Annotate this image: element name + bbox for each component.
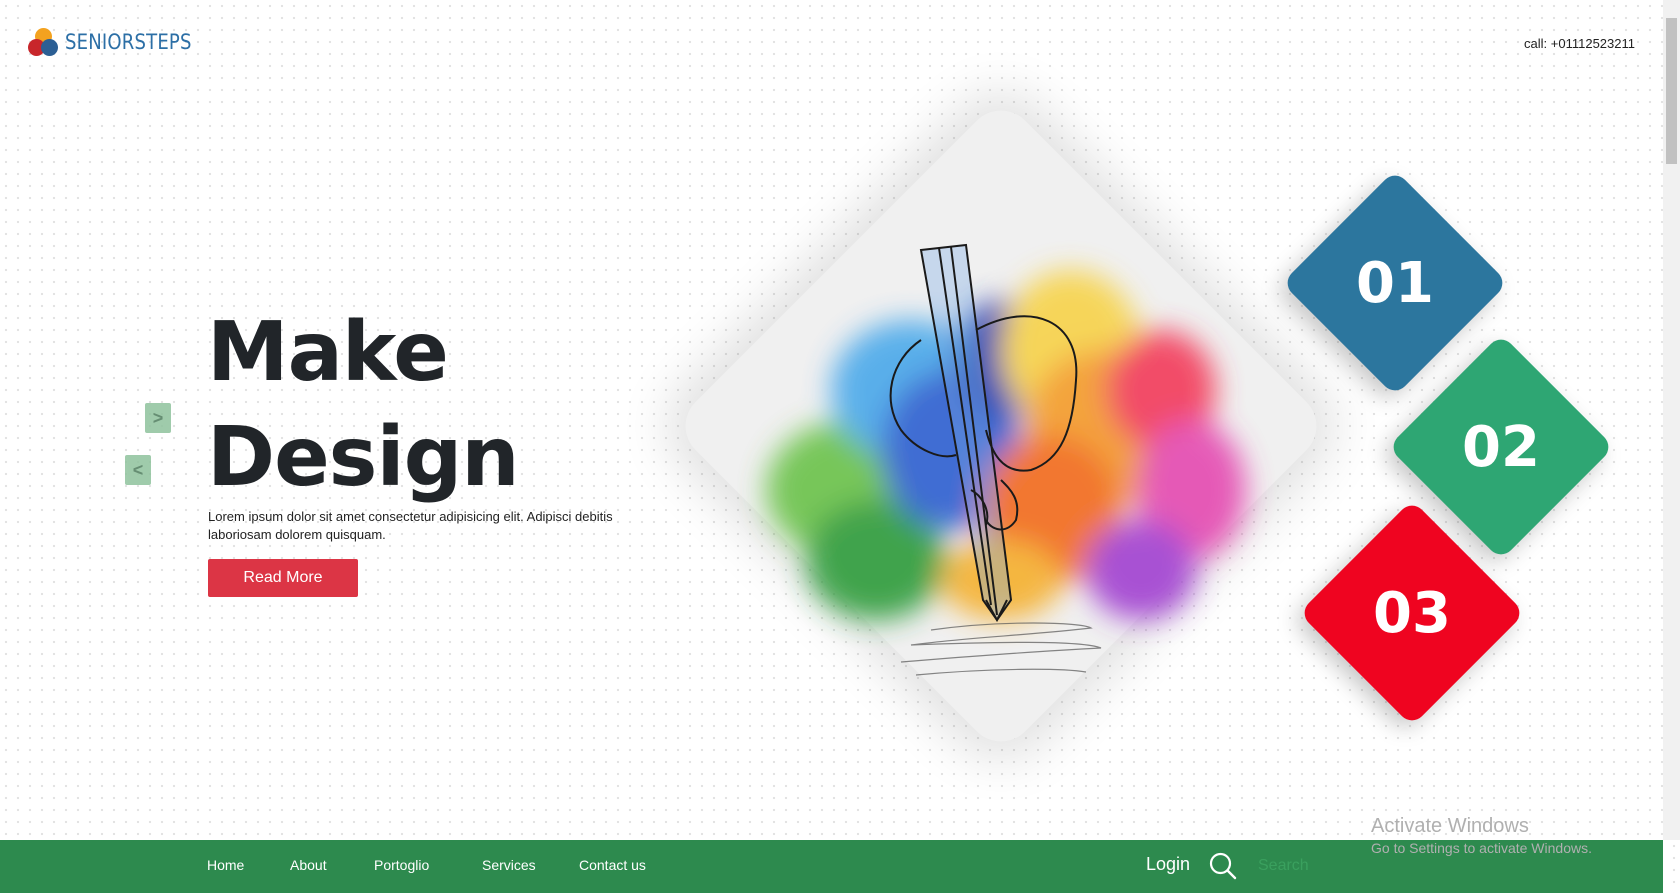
watermark-title: Activate Windows (1371, 815, 1529, 837)
feature-number-01: 01 (1356, 250, 1434, 316)
hero-title-line2: Design (207, 410, 520, 505)
windows-watermark: Activate Windows Go to Settings to activ… (1371, 815, 1592, 856)
hero-description: Lorem ipsum dolor sit amet consectetur a… (208, 509, 613, 542)
hero-title: Make Design (207, 300, 520, 510)
hero-title-line1: Make (207, 305, 449, 400)
next-slide-button[interactable]: > (145, 403, 171, 433)
nav-contact[interactable]: Contact us (579, 857, 646, 873)
search-input[interactable] (1258, 853, 1378, 879)
call-info: call: +01112523211 (1524, 36, 1635, 51)
nav-portfolio[interactable]: Portoglio (374, 857, 429, 873)
nav-services[interactable]: Services (482, 857, 536, 873)
scrollbar-thumb[interactable] (1666, 18, 1677, 164)
nav-about[interactable]: About (290, 857, 327, 873)
watermark-subtitle: Go to Settings to activate Windows. (1371, 840, 1592, 856)
prev-slide-button[interactable]: < (125, 455, 151, 485)
brand-name: SENIORSTEPS (65, 30, 192, 54)
chevron-left-icon: < (132, 459, 144, 480)
feature-number-02: 02 (1462, 414, 1540, 480)
login-link[interactable]: Login (1146, 854, 1190, 875)
read-more-button[interactable]: Read More (208, 559, 358, 597)
brand-logo[interactable]: SENIORSTEPS (27, 26, 212, 58)
feature-number-03: 03 (1373, 580, 1451, 646)
page-scrollbar[interactable] (1663, 0, 1680, 840)
search-icon[interactable] (1208, 851, 1238, 881)
nav-home[interactable]: Home (207, 857, 244, 873)
chevron-right-icon: > (152, 407, 164, 428)
pencil-art-image (766, 243, 1246, 676)
logo-icon (27, 26, 59, 58)
